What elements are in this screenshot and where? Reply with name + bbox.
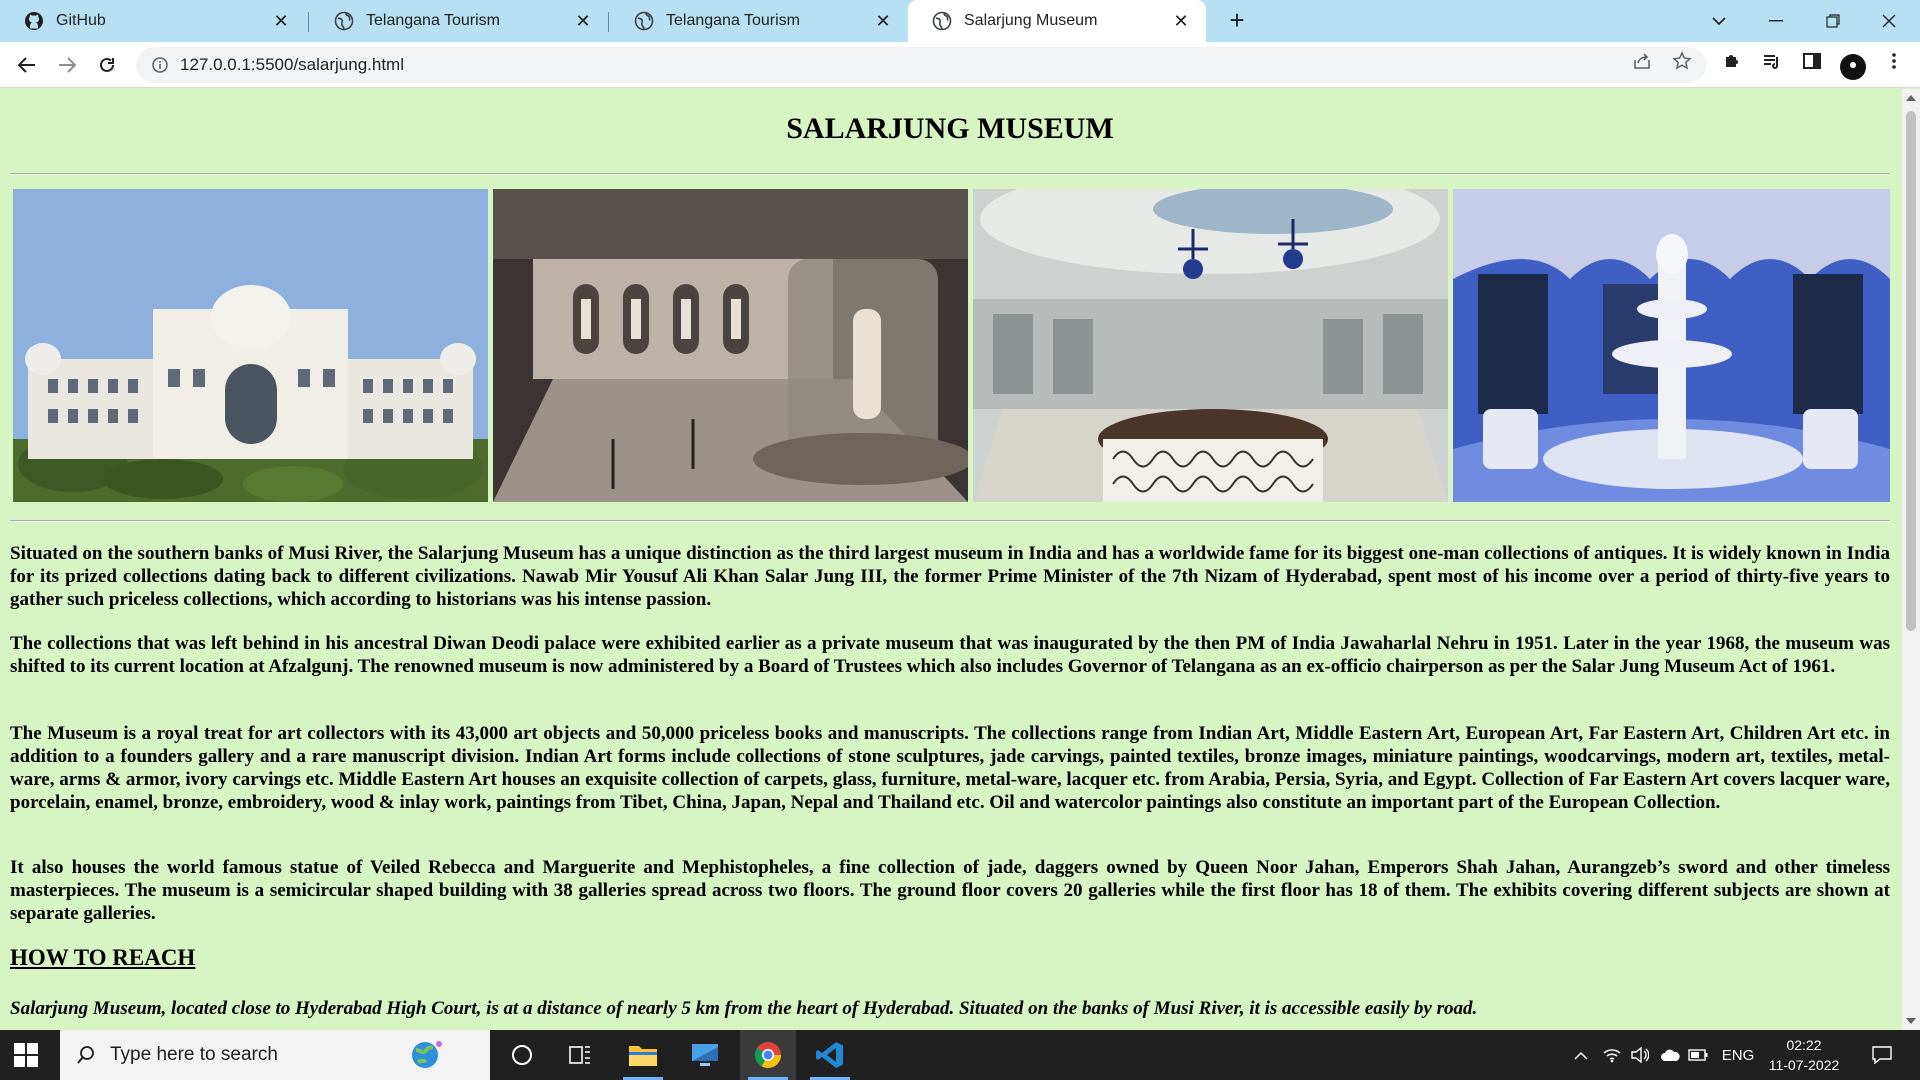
- arrow-left-icon: [18, 57, 35, 73]
- page-title: SALARJUNG MUSEUM: [786, 112, 1114, 145]
- side-panel-icon[interactable]: [1802, 51, 1822, 71]
- chevron-up-icon: [1574, 1051, 1588, 1060]
- folder-icon: [629, 1046, 657, 1066]
- forward-button[interactable]: [50, 48, 84, 82]
- gallery-hall-image: [493, 189, 968, 502]
- close-tab-icon[interactable]: ✕: [872, 11, 894, 32]
- bookmark-star-icon[interactable]: [1672, 51, 1692, 71]
- tab-title: Telangana Tourism: [366, 12, 501, 29]
- globe-icon: [932, 11, 952, 31]
- notification-icon: [1872, 1046, 1892, 1064]
- browser-toolbar: 127.0.0.1:5500/salarjung.html: [0, 42, 1920, 88]
- vscode-icon: [816, 1042, 843, 1068]
- system-clock[interactable]: 02:22 11-07-2022: [1762, 1035, 1846, 1075]
- how-to-reach-text: Salarjung Museum, located close to Hyder…: [10, 998, 1478, 1019]
- collections-paragraph: The Museum is a royal treat for art coll…: [10, 723, 1890, 813]
- show-hidden-icons-button[interactable]: [1568, 1030, 1594, 1080]
- reading-list-icon[interactable]: [1762, 51, 1782, 71]
- task-view-button[interactable]: [494, 1030, 550, 1080]
- monitor-app-icon: [692, 1044, 718, 1066]
- close-tab-icon[interactable]: ✕: [270, 11, 292, 32]
- tab-github[interactable]: GitHub ✕: [0, 0, 306, 42]
- github-icon: [25, 12, 43, 30]
- clock-time: 02:22: [1786, 1037, 1822, 1053]
- tab-separator: [608, 12, 609, 32]
- task-view-icon: [569, 1046, 590, 1064]
- how-to-reach-heading: HOW TO REACH: [10, 945, 196, 970]
- divider: [10, 173, 1890, 175]
- file-explorer-app[interactable]: [615, 1030, 671, 1080]
- arrow-right-icon: [59, 57, 76, 73]
- notifications-button[interactable]: [1862, 1030, 1902, 1080]
- profile-avatar[interactable]: [1840, 54, 1866, 80]
- clock-date: 11-07-2022: [1768, 1057, 1840, 1073]
- tab-salarjung-museum[interactable]: Salarjung Museum ✕: [908, 0, 1206, 42]
- tab-title: GitHub: [56, 12, 106, 29]
- tab-telangana-tourism-1[interactable]: Telangana Tourism ✕: [310, 0, 608, 42]
- page-scrollbar[interactable]: [1902, 89, 1920, 1030]
- chrome-icon: [754, 1042, 782, 1069]
- menu-kebab-icon[interactable]: [1884, 51, 1904, 71]
- search-icon: [77, 1046, 94, 1064]
- battery-icon: [1688, 1049, 1708, 1061]
- language-indicator[interactable]: ENG: [1716, 1030, 1760, 1080]
- extensions-puzzle-icon[interactable]: [1722, 51, 1742, 71]
- highlights-paragraph: It also houses the world famous statue o…: [10, 857, 1890, 924]
- globe-icon: [634, 11, 654, 31]
- site-info-icon[interactable]: [142, 57, 178, 73]
- url-text: 127.0.0.1:5500/salarjung.html: [180, 55, 404, 74]
- tab-separator: [308, 12, 309, 32]
- scroll-down-arrow-icon[interactable]: [1906, 1018, 1916, 1024]
- chandelier-hall-image: [973, 189, 1448, 502]
- fountain-room-image: [1453, 189, 1890, 502]
- tab-search-chevron-icon[interactable]: [1696, 0, 1742, 42]
- vscode-app[interactable]: [802, 1030, 858, 1080]
- circle-icon: [512, 1045, 532, 1065]
- close-tab-icon[interactable]: ✕: [1170, 11, 1192, 32]
- cloud-icon: [1661, 1049, 1680, 1061]
- new-tab-button[interactable]: +: [1222, 6, 1252, 36]
- taskbar-search-box[interactable]: Type here to search: [60, 1030, 490, 1080]
- volume-tray[interactable]: [1626, 1030, 1654, 1080]
- windows-taskbar: Type here to search ENG 02:22 11-07-2022: [0, 1030, 1920, 1080]
- tab-telangana-tourism-2[interactable]: Telangana Tourism ✕: [610, 0, 908, 42]
- news-globe-icon: [412, 1041, 442, 1068]
- scroll-up-arrow-icon[interactable]: [1906, 95, 1916, 101]
- search-placeholder: Type here to search: [110, 1044, 278, 1065]
- battery-tray[interactable]: [1684, 1030, 1712, 1080]
- tab-title: Salarjung Museum: [964, 12, 1098, 29]
- close-window-button[interactable]: [1866, 0, 1912, 42]
- globe-icon: [334, 11, 354, 31]
- reload-button[interactable]: [90, 48, 124, 82]
- chrome-app[interactable]: [740, 1030, 796, 1080]
- pinned-app[interactable]: [677, 1030, 733, 1080]
- onedrive-tray[interactable]: [1656, 1030, 1684, 1080]
- scrollbar-thumb[interactable]: [1906, 111, 1916, 631]
- intro-paragraph: Situated on the southern banks of Musi R…: [10, 543, 1890, 610]
- windows-start-icon[interactable]: [14, 1043, 38, 1067]
- history-paragraph: The collections that was left behind in …: [10, 633, 1890, 677]
- restore-button[interactable]: [1810, 0, 1856, 42]
- tab-title: Telangana Tourism: [666, 12, 801, 29]
- wifi-icon: [1603, 1049, 1621, 1063]
- network-tray[interactable]: [1598, 1030, 1626, 1080]
- museum-exterior-image: [13, 189, 488, 502]
- widgets-button[interactable]: [552, 1030, 608, 1080]
- minimize-button[interactable]: [1753, 0, 1799, 42]
- share-icon[interactable]: [1632, 51, 1652, 71]
- divider: [10, 520, 1890, 522]
- tab-strip: GitHub ✕ Telangana Tourism ✕ Telangana T…: [0, 0, 1920, 42]
- close-tab-icon[interactable]: ✕: [572, 11, 594, 32]
- page-viewport: SALARJUNG MUSEUM Situated on the souther…: [0, 89, 1902, 1030]
- back-button[interactable]: [10, 48, 44, 82]
- reload-icon: [100, 57, 114, 72]
- address-bar[interactable]: 127.0.0.1:5500/salarjung.html: [136, 47, 1706, 83]
- speaker-icon: [1631, 1047, 1649, 1063]
